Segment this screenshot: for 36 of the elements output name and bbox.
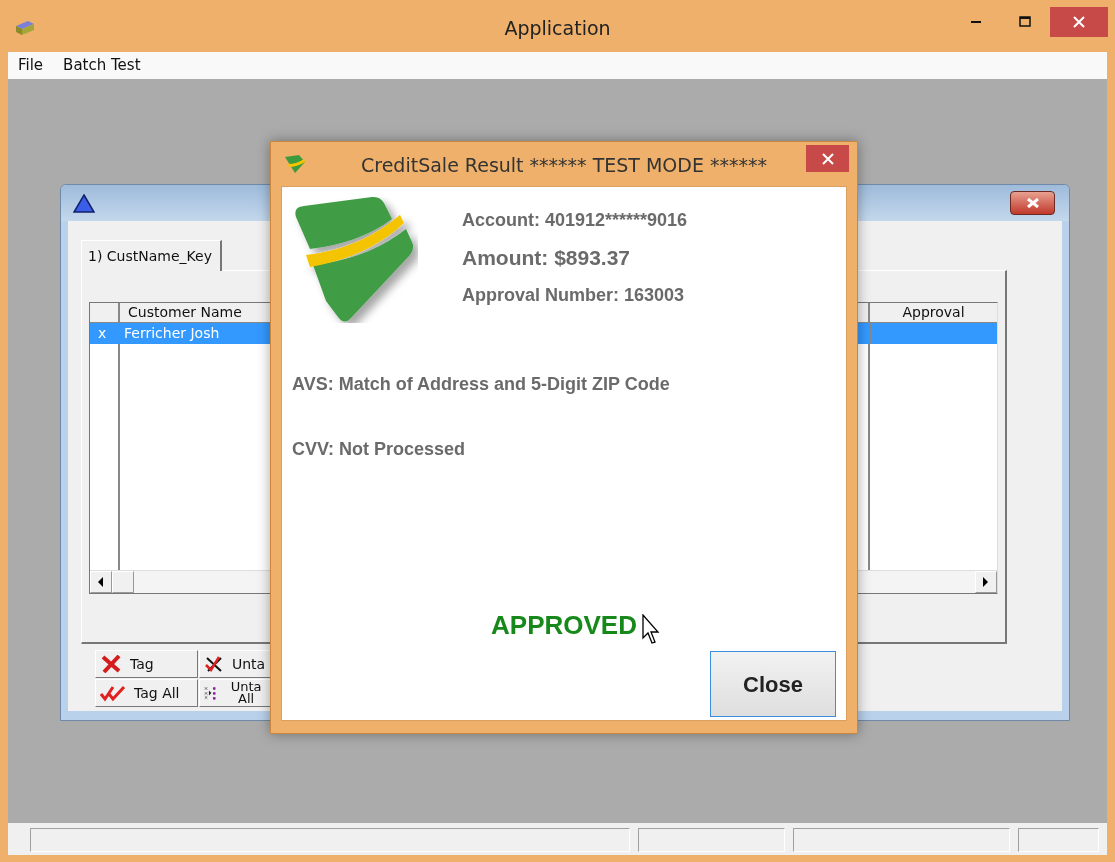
check-cross-icon xyxy=(204,655,224,673)
left-arrow-icon xyxy=(98,577,104,587)
scroll-thumb[interactable] xyxy=(112,571,134,593)
close-button[interactable] xyxy=(1010,191,1055,215)
tag-button[interactable]: Unta xyxy=(199,650,272,678)
cursor-icon xyxy=(642,614,662,646)
row-marker: x xyxy=(90,323,120,344)
column-header: Approval xyxy=(870,303,997,323)
cross-icon xyxy=(100,655,122,673)
close-icon xyxy=(1025,198,1040,208)
approval-status: APPROVED xyxy=(491,609,637,642)
triangle-icon xyxy=(73,193,95,213)
scroll-left-button[interactable] xyxy=(90,571,112,593)
close-icon xyxy=(1073,16,1085,28)
menu-item[interactable]: Batch Test xyxy=(53,54,151,77)
menu-item[interactable]: File xyxy=(8,54,54,77)
tag-button[interactable]: Tag All xyxy=(95,679,198,707)
close-icon xyxy=(821,152,834,165)
close-button[interactable]: Close xyxy=(710,651,836,717)
window-title: Application xyxy=(504,16,611,41)
card-icon xyxy=(283,154,307,174)
amount: Amount: $893.37 xyxy=(462,245,632,271)
column-header xyxy=(90,303,120,323)
dialog-title: CreditSale Result ****** TEST MODE ****** xyxy=(361,153,767,178)
tag-button[interactable]: Unta All xyxy=(199,679,272,707)
tab[interactable]: 1) CustName_Key xyxy=(81,240,222,271)
maximize-icon xyxy=(1019,16,1031,28)
cvv-result: CVV: Not Processed xyxy=(291,438,467,461)
tag-button[interactable]: Tag xyxy=(95,650,198,678)
account-number: Account: 401912******9016 xyxy=(462,209,688,232)
scroll-right-button[interactable] xyxy=(975,571,997,593)
dotted-list-icon xyxy=(204,684,218,702)
double-check-icon xyxy=(100,684,126,702)
right-arrow-icon xyxy=(983,577,989,587)
minimize-icon xyxy=(971,20,983,24)
avs-result: AVS: Match of Address and 5-Digit ZIP Code xyxy=(291,373,671,396)
